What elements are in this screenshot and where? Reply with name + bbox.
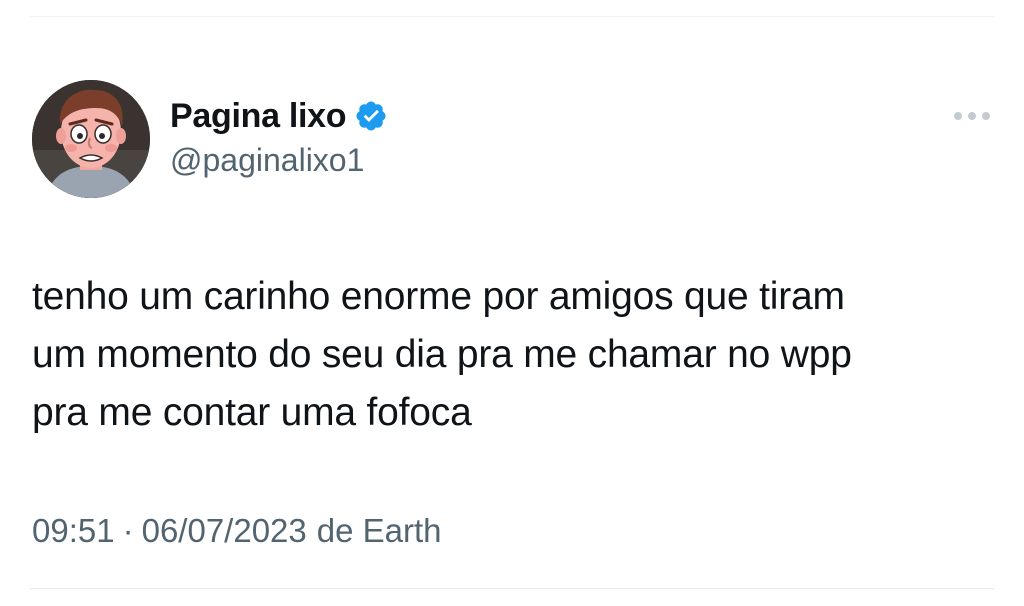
display-name[interactable]: Pagina lixo [170,97,347,136]
more-horizontal-icon [954,112,990,120]
more-button[interactable] [950,102,994,130]
tweet: Pagina lixo @paginalixo1 tenho um carinh… [30,80,994,549]
tweet-text: tenho um carinho enorme por amigos que t… [32,275,852,434]
tweet-meta: 09:51 · 06/07/2023 de Earth [32,512,442,550]
bottom-divider [30,588,994,589]
tweet-header: Pagina lixo @paginalixo1 [30,80,994,200]
avatar-image [32,80,150,198]
author-handle[interactable]: @paginalixo1 [170,142,388,179]
tweet-date[interactable]: 06/07/2023 [142,512,307,550]
tweet-source: de Earth [316,512,442,549]
meta-separator: · [122,512,134,549]
tweet-time[interactable]: 09:51 [32,512,115,550]
name-row: Pagina lixo [170,94,388,138]
verified-badge-icon [354,99,388,133]
top-divider [30,16,994,17]
avatar[interactable] [32,80,150,198]
author-block: Pagina lixo @paginalixo1 [170,94,388,179]
